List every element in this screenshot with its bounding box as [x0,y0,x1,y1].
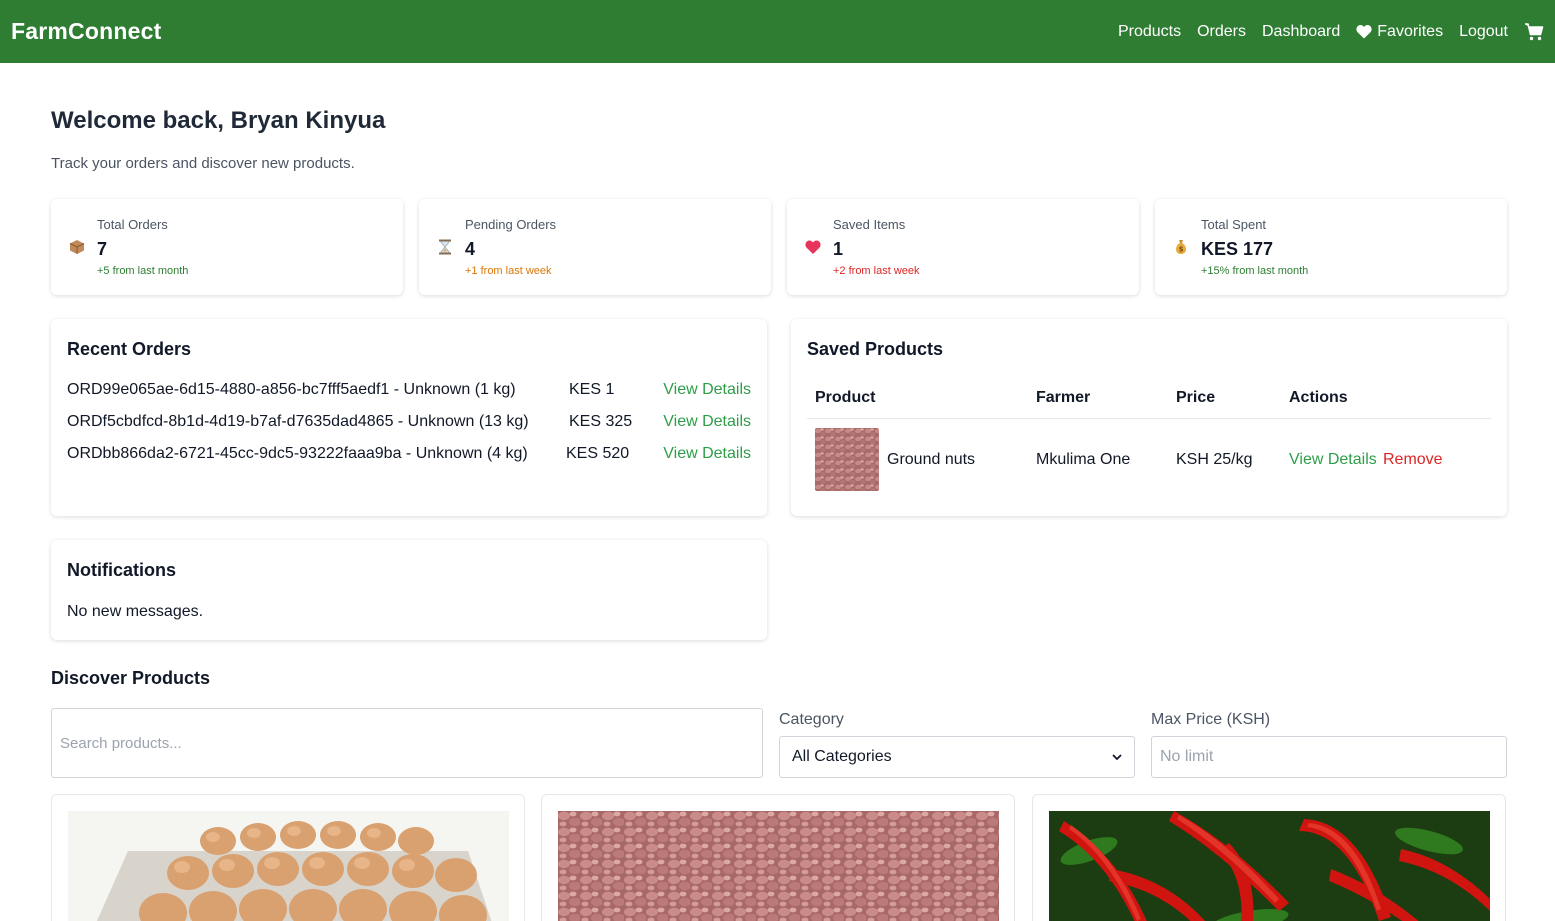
nav-link-products[interactable]: Products [1118,23,1181,41]
money-bag-icon: $ [1176,240,1186,254]
recent-orders-panel: Recent Orders ORD99e065ae-6d15-4880-a856… [51,319,767,516]
saved-product-farmer: Mkulima One [1036,451,1131,468]
saved-product-price: KSH 25/kg [1176,451,1253,468]
order-summary: ORD99e065ae-6d15-4880-a856-bc7fff5aedf1 … [67,381,516,398]
view-details-link[interactable]: View Details [663,445,751,463]
product-card[interactable] [541,794,1015,921]
view-details-link[interactable]: View Details [663,381,751,399]
stat-delta: +2 from last week [833,265,920,277]
remove-link[interactable]: Remove [1383,451,1443,469]
category-label: Category [779,711,844,728]
search-input[interactable] [51,708,763,778]
stat-value: 4 [465,239,476,259]
order-amount: KES 325 [569,413,633,430]
favorites-label: Favorites [1377,22,1444,40]
product-card[interactable] [51,794,525,921]
category-select[interactable]: All Categories [779,736,1135,778]
top-navbar: FarmConnect Products Orders Dashboard Fa… [0,0,1555,63]
page-subtitle: Track your orders and discover new produ… [51,155,355,172]
product-card[interactable] [1032,794,1506,921]
brand-logo[interactable]: FarmConnect [11,18,161,45]
stat-label: Total Orders [97,217,168,232]
column-header-actions: Actions [1289,389,1348,406]
recent-orders-title: Recent Orders [67,339,192,359]
stat-card-pending-orders: Pending Orders 4 +1 from last week [419,199,771,295]
nav-links: Products Orders Dashboard Favorites Logo… [1118,22,1544,42]
nav-link-orders[interactable]: Orders [1197,23,1246,41]
notifications-panel: Notifications No new messages. [51,540,767,640]
saved-products-panel: Saved Products Product Farmer Price Acti… [791,319,1507,516]
stat-card-saved-items: Saved Items 1 +2 from last week [787,199,1139,295]
product-image-eggs [68,811,509,921]
order-row: ORD99e065ae-6d15-4880-a856-bc7fff5aedf1 … [67,381,751,405]
column-header-farmer: Farmer [1036,389,1091,406]
stat-label: Saved Items [833,217,906,232]
notifications-title: Notifications [67,560,177,580]
product-image-ground-nuts [558,811,999,921]
svg-text:$: $ [1179,246,1184,254]
nav-link-dashboard[interactable]: Dashboard [1262,23,1340,41]
page-title: Welcome back, Bryan Kinyua [51,107,386,134]
discover-title: Discover Products [51,668,211,688]
product-thumbnail[interactable] [815,428,879,491]
stat-card-total-orders: Total Orders 7 +5 from last month [51,199,403,295]
package-icon [69,240,85,254]
table-divider [807,418,1491,419]
cart-button[interactable] [1524,22,1544,42]
stat-card-total-spent: $ Total Spent KES 177 +15% from last mon… [1155,199,1507,295]
order-row: ORDf5cbdfcd-8b1d-4d19-b7af-d7635dad4865 … [67,413,751,437]
category-selected-value: All Categories [792,748,892,765]
order-summary: ORDf5cbdfcd-8b1d-4d19-b7af-d7635dad4865 … [67,413,529,430]
stat-delta: +5 from last month [97,265,189,277]
order-row: ORDbb866da2-6721-45cc-9dc5-93222faaa9ba … [67,445,751,469]
order-amount: KES 520 [566,445,630,462]
saved-products-title: Saved Products [807,339,944,359]
stat-label: Total Spent [1201,217,1267,232]
heart-icon [1356,25,1372,39]
product-image-chillies [1049,811,1490,921]
column-header-price: Price [1176,389,1216,406]
hourglass-icon [439,239,451,255]
nav-link-logout[interactable]: Logout [1459,23,1508,41]
stat-value: 1 [833,239,844,259]
view-details-link[interactable]: View Details [663,413,751,431]
order-summary: ORDbb866da2-6721-45cc-9dc5-93222faaa9ba … [67,445,528,462]
notifications-message: No new messages. [67,603,204,620]
stat-delta: +1 from last week [465,265,552,277]
max-price-input[interactable] [1151,736,1507,778]
saved-product-name: Ground nuts [887,451,976,468]
stat-delta: +15% from last month [1201,265,1309,277]
stat-label: Pending Orders [465,217,557,232]
stat-value: KES 177 [1201,239,1274,259]
order-amount: KES 1 [569,381,615,398]
cart-icon [1525,22,1544,40]
column-header-product: Product [815,389,876,406]
heart-icon [805,240,821,254]
stat-value: 7 [97,239,108,259]
view-details-link[interactable]: View Details [1289,451,1377,469]
chevron-down-icon [1112,753,1122,760]
nav-link-favorites[interactable]: Favorites [1356,23,1443,41]
max-price-label: Max Price (KSH) [1151,711,1271,728]
